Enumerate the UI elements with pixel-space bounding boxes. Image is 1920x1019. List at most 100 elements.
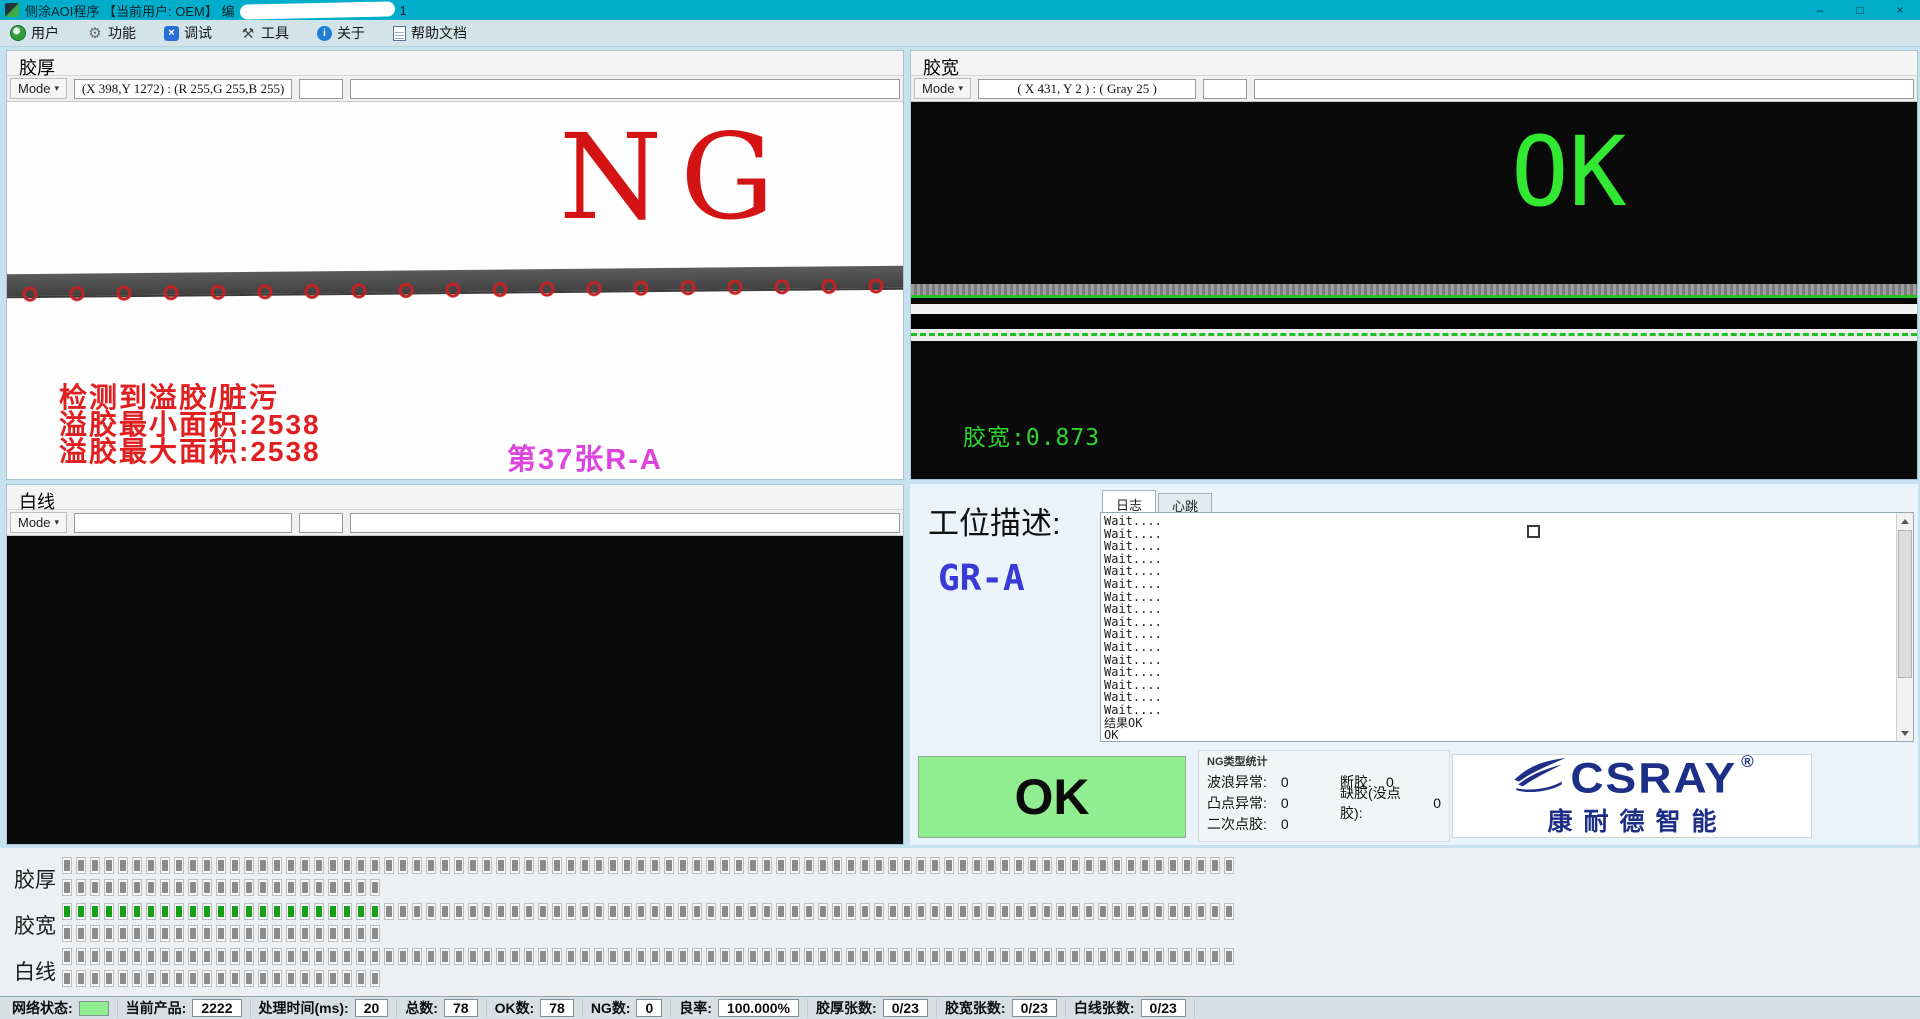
mode-dropdown[interactable]: Mode [10,78,67,99]
jiaokuan-image-view[interactable]: OK 胶宽:0.873 [911,102,1917,479]
mode-label: Mode [922,81,955,96]
indicator-cell [76,903,86,920]
log-checkbox[interactable] [1527,525,1540,538]
indicator-cell [482,903,492,920]
indicator-cell [720,948,730,965]
indicator-cell [370,948,380,965]
ng-stats-left-col: 波浪异常:0凸点异常:0二次点胶:0 [1207,771,1330,834]
mode-dropdown[interactable]: Mode [10,512,67,533]
ok-result-text: OK [1511,124,1627,220]
menu-item-help[interactable]: 帮助文档 [393,23,467,43]
toolbar-small-box [299,513,343,533]
indicator-cell [342,948,352,965]
gear-icon: ⚙ [87,25,103,41]
scrollbar-thumb[interactable] [1898,530,1912,678]
indicator-cell [958,857,968,874]
indicator-cell [776,948,786,965]
indicator-cell [832,903,842,920]
toolbar-small-box [1203,79,1247,99]
scroll-up-icon[interactable] [1897,513,1913,529]
overall-result-button[interactable]: OK [918,756,1186,838]
indicator-cell [958,948,968,965]
indicator-cell [1168,903,1178,920]
menu-item-label: 用户 [31,23,59,43]
ng-stat-row: 波浪异常:0 [1207,771,1330,792]
indicator-cell [1000,857,1010,874]
ng-stat-row: 凸点异常:0 [1207,792,1330,813]
indicator-cell [1056,857,1066,874]
baixian-image-view[interactable] [7,536,903,844]
indicator-cell [608,857,618,874]
tab-日志[interactable]: 日志 [1102,490,1156,512]
status-label: OK数: [495,998,535,1018]
indicator-cell [1140,857,1150,874]
redaction-blob [240,1,395,19]
toolbar-small-box [299,79,343,99]
indicator-cell [1028,857,1038,874]
menu-item-tools[interactable]: ⚒工具 [240,23,289,43]
indicator-cell [342,925,352,942]
panel-jiaohou-title: 胶厚 [7,51,903,76]
indicator-cell [496,948,506,965]
scroll-down-icon[interactable] [1897,725,1913,741]
ng-stat-label: 缺胶(没点胶): [1340,783,1419,823]
close-button[interactable]: × [1880,0,1920,20]
indicator-cell [132,903,142,920]
ng-stat-label: 二次点胶: [1207,814,1267,834]
status-label: 白线张数: [1074,998,1135,1018]
menu-item-user[interactable]: 用户 [10,23,59,43]
log-scrollbar[interactable] [1896,513,1913,741]
indicator-cell [804,948,814,965]
indicator-cell [370,857,380,874]
maximize-button[interactable]: □ [1840,0,1880,20]
indicator-cell [622,903,632,920]
indicator-cell [244,970,254,987]
tab-心跳[interactable]: 心跳 [1158,493,1212,512]
panel-jiaohou: 胶厚 Mode (X 398,Y 1272) : (R 255,G 255,B … [6,50,904,480]
indicator-cell [370,903,380,920]
indicator-cell [328,948,338,965]
indicator-cell [972,903,982,920]
indicator-cell [62,948,72,965]
indicator-cell [1224,903,1234,920]
indicator-cell [608,903,618,920]
jiaohou-image-view[interactable]: NG 检测到溢胶/脏污 溢胶最小面积:2538 溢胶最大面积:2538 第37张… [7,102,903,479]
indicator-cell [818,903,828,920]
indicator-cell [384,857,394,874]
menu-item-debug[interactable]: ×调试 [164,23,212,43]
ng-stat-label: 波浪异常: [1207,772,1267,792]
indicator-cell [146,970,156,987]
band-black-strip [911,314,1917,329]
indicator-cell [244,903,254,920]
indicator-cell [230,903,240,920]
indicator-cell [748,857,758,874]
indicator-cell [622,857,632,874]
status-label: 胶厚张数: [816,998,877,1018]
indicator-cell [300,948,310,965]
indicator-cell [244,948,254,965]
indicator-cell [1126,903,1136,920]
panel-jiaokuan: 胶宽 Mode ( X 431, Y 2 ) : ( Gray 25 ) OK … [910,50,1918,480]
indicator-cell [1112,857,1122,874]
indicator-cell [1196,903,1206,920]
log-list[interactable]: Wait....Wait....Wait....Wait....Wait....… [1100,512,1914,742]
indicator-cell [412,857,422,874]
menu-item-function[interactable]: ⚙功能 [87,23,136,43]
indicator-cell [580,903,590,920]
indicator-cell [188,948,198,965]
indicator-group-label: 白线 [14,956,56,986]
menu-item-about[interactable]: i关于 [317,23,365,43]
menu-bar: 用户 ⚙功能 ×调试 ⚒工具 i关于 帮助文档 [0,20,1920,47]
indicator-cell [1140,948,1150,965]
indicator-cell [160,925,170,942]
minimize-button[interactable]: – [1800,0,1840,20]
indicator-cell [328,903,338,920]
indicator-cell [174,948,184,965]
mode-dropdown[interactable]: Mode [914,78,971,99]
indicator-cell [76,948,86,965]
indicator-cell [454,857,464,874]
indicator-cell [650,903,660,920]
indicator-cell [300,970,310,987]
indicator-cell [636,857,646,874]
indicator-group-label: 胶厚 [14,864,56,894]
